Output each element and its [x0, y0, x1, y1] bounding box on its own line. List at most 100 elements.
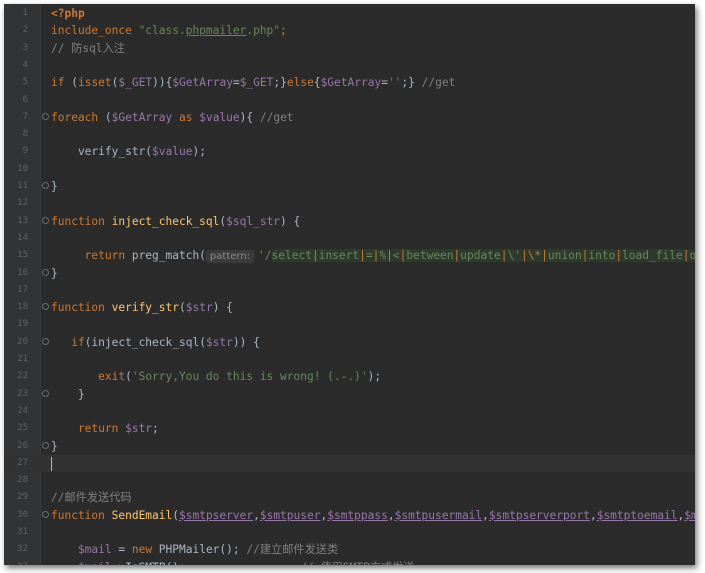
code-token: SendEmail [111, 508, 173, 522]
code-line[interactable]: 1 <?php [4, 5, 695, 22]
code-token: ) { [280, 214, 301, 228]
code-line[interactable]: 31 [4, 524, 695, 541]
code-token: $smtptoemail [596, 508, 678, 522]
code-token: preg_match( [131, 249, 206, 263]
line-number: 33 [4, 559, 28, 565]
code-line[interactable]: 14 [4, 230, 695, 247]
code-line[interactable]: 7 foreach ($GetArray as $value){ //get [4, 109, 695, 126]
code-token: | [386, 249, 393, 263]
code-line[interactable]: 22 exit('Sorry,You do this is wrong! (.-… [4, 368, 695, 385]
code-text: } [51, 265, 58, 282]
code-line[interactable]: 18 function verify_str($str) { [4, 299, 695, 316]
code-token: { [313, 76, 321, 90]
code-line[interactable]: 33 $mail->IsSMTP(); // 使用SMTP方式发送 [4, 559, 695, 565]
code-text: function inject_check_sql($sql_str) { [51, 213, 300, 230]
code-line[interactable]: 13 function inject_check_sql($sql_str) { [4, 213, 695, 230]
code-token: } [51, 439, 58, 453]
code-text: } [51, 438, 58, 455]
code-line[interactable]: 11} [4, 178, 695, 195]
code-line[interactable]: 25 return $str; [4, 420, 695, 437]
line-number: 26 [17, 440, 28, 451]
code-token: | [311, 249, 319, 263]
code-line[interactable]: 24 [4, 403, 695, 420]
code-token: .php" [246, 24, 281, 38]
code-editor[interactable]: 1 <?php 2 include_once "class.phpmailer.php… [4, 4, 695, 565]
code-line[interactable]: 30 function SendEmail($smtpserver,$smtpus… [4, 507, 695, 524]
code-token: "class. [138, 24, 186, 38]
code-line[interactable]: 3 // 防sql入注 [4, 40, 695, 57]
fold-toggle-icon[interactable] [42, 216, 49, 224]
code-text: if(inject_check_sql($str)) { [51, 334, 260, 351]
code-line[interactable]: 8 [4, 126, 695, 143]
line-number: 2 [22, 25, 28, 36]
code-token: //get [259, 110, 294, 124]
code-token: = [365, 249, 373, 263]
line-number: 31 [17, 527, 28, 537]
line-number: 22 [17, 371, 28, 382]
code-token: isset [77, 76, 112, 90]
code-line[interactable]: 29 //邮件发送代码 [4, 489, 695, 506]
code-token: $value [152, 145, 193, 159]
fold-toggle-icon[interactable] [42, 441, 49, 449]
code-token: ;} [273, 76, 287, 90]
fold-toggle-icon[interactable] [42, 182, 49, 189]
code-token: , [482, 508, 489, 522]
code-token: ); [367, 370, 382, 384]
code-token: | [520, 249, 528, 263]
code-text: exit('Sorry,You do this is wrong! (.-.)'… [51, 368, 381, 385]
code-token: = [232, 76, 240, 90]
code-token: } [51, 387, 85, 401]
code-text: verify_str($value); [51, 143, 206, 160]
code-token: $GetArray [172, 76, 233, 90]
code-token: $sql_str [226, 214, 281, 228]
code-line[interactable]: 4 [4, 57, 695, 74]
code-token: ( [178, 301, 186, 315]
line-number: 5 [22, 77, 28, 88]
code-token: ( [104, 110, 112, 124]
code-line[interactable]: 32 $mail = new PHPMailer(); //建立邮件发送类 [4, 541, 695, 558]
fold-toggle-icon[interactable] [42, 337, 49, 345]
fold-toggle-icon[interactable] [42, 112, 49, 120]
code-token: return [51, 422, 126, 436]
code-line[interactable]: 23 } [4, 386, 695, 403]
code-line[interactable]: 9 verify_str($value); [4, 143, 695, 160]
code-line[interactable]: 15 return preg_match(pattern: '/select|in… [4, 247, 695, 264]
code-line[interactable]: 21 [4, 351, 695, 368]
fold-toggle-icon[interactable] [42, 268, 49, 276]
code-area[interactable]: 1 <?php 2 include_once "class.phpmailer.php… [4, 4, 695, 565]
code-text: <?php [51, 5, 85, 22]
code-line[interactable]: 19 [4, 316, 695, 333]
code-line[interactable]: 12 [4, 195, 695, 212]
line-number: 16 [17, 267, 28, 278]
code-token: \' [507, 249, 521, 263]
code-token: $smtpserver [179, 508, 254, 522]
code-token: ->IsSMTP(); [112, 561, 186, 565]
code-line[interactable]: 6 [4, 92, 695, 109]
line-number: 17 [17, 284, 28, 295]
code-token: include_once [51, 24, 139, 38]
code-token: //邮件发送代码 [51, 491, 132, 505]
fold-toggle-icon[interactable] [42, 303, 49, 311]
code-line[interactable]: 2 include_once "class.phpmailer.php"; [4, 22, 695, 39]
code-token: $mail [51, 561, 112, 565]
line-number: 28 [17, 475, 28, 486]
code-line[interactable]: 10 [4, 161, 695, 178]
code-token: ; [152, 422, 159, 436]
code-token: $_GET [118, 76, 153, 90]
code-text: include_once "class.phpmailer.php"; [51, 22, 287, 39]
line-number: 12 [17, 198, 28, 209]
code-line[interactable]: 27 [4, 454, 695, 473]
code-line[interactable]: 5 if (isset($_GET)){$GetArray=$_GET;}else… [4, 74, 695, 91]
line-number: 11 [17, 181, 28, 191]
code-token: into [588, 249, 616, 263]
code-line[interactable]: 28 [4, 472, 695, 489]
code-token: \* [527, 249, 542, 263]
code-line[interactable]: 17 [4, 282, 695, 299]
fold-toggle-icon[interactable] [42, 510, 49, 518]
code-line[interactable]: 20 if(inject_check_sql($str)) { [4, 334, 695, 351]
fold-toggle-icon[interactable] [42, 389, 49, 397]
code-line[interactable]: 16} [4, 265, 695, 282]
code-token: $str [205, 335, 233, 349]
code-token: insert [318, 249, 360, 263]
code-line[interactable]: 26} [4, 438, 695, 455]
